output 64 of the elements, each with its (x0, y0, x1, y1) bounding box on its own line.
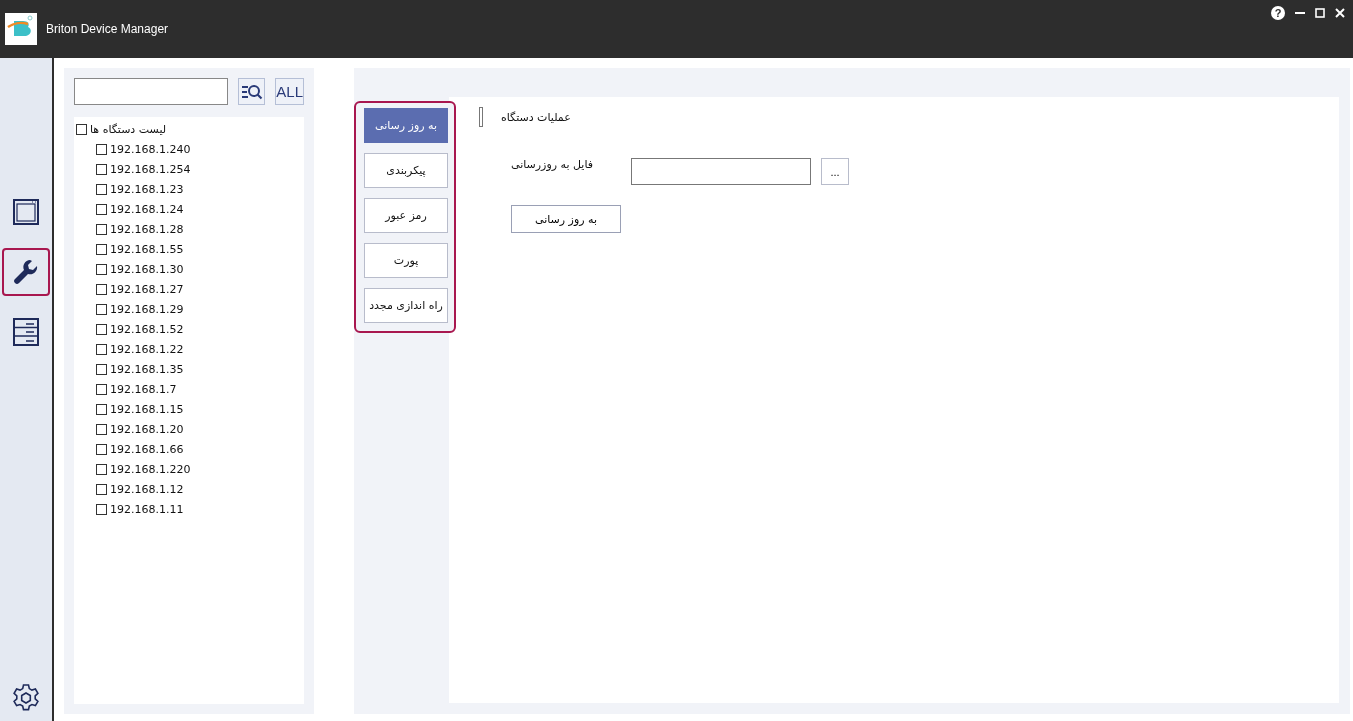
tree-item-label[interactable]: 192.168.1.35 (110, 362, 184, 376)
checkbox[interactable] (96, 163, 107, 175)
tree-item-label[interactable]: لیست دستگاه ها (90, 122, 167, 136)
settings-icon[interactable] (11, 683, 41, 713)
help-button[interactable]: ? (1271, 6, 1285, 20)
tree-item-label[interactable]: 192.168.1.29 (110, 302, 184, 316)
tree-item-label[interactable]: 192.168.1.66 (110, 442, 184, 456)
checkbox[interactable] (76, 123, 87, 135)
filter-search-button[interactable] (238, 78, 266, 105)
checkbox[interactable] (96, 383, 107, 395)
window-icon (12, 198, 40, 226)
search-field[interactable] (74, 78, 228, 105)
file-label: فایل به روزرسانی (511, 158, 594, 171)
close-icon[interactable] (1335, 8, 1345, 18)
search-list-icon (240, 82, 263, 101)
checkbox[interactable] (96, 283, 107, 295)
checkbox[interactable] (96, 403, 107, 415)
tree-item-label[interactable]: 192.168.1.55 (110, 242, 184, 256)
file-path-field[interactable] (631, 158, 811, 185)
tree-item-label[interactable]: 192.168.1.27 (110, 282, 184, 296)
menu-button[interactable]: پیکربندی (364, 153, 448, 188)
tree-item-label[interactable]: 192.168.1.52 (110, 322, 184, 336)
tree-item-label[interactable]: 192.168.1.28 (110, 222, 184, 236)
checkbox[interactable] (96, 183, 107, 195)
sidebar-nav-button[interactable] (2, 248, 50, 296)
checkbox[interactable] (96, 243, 107, 255)
wrench-icon (12, 258, 40, 286)
menu-button[interactable]: راه اندازی مجدد (364, 288, 448, 323)
tree-item-label[interactable]: 192.168.1.7 (110, 382, 177, 396)
checkbox[interactable] (96, 323, 107, 335)
tree-item-label[interactable]: 192.168.1.220 (110, 462, 191, 476)
checkbox[interactable] (96, 343, 107, 355)
tree-item-label[interactable]: 192.168.1.30 (110, 262, 184, 276)
menu-button[interactable]: پورت (364, 243, 448, 278)
checkbox[interactable] (96, 303, 107, 315)
checkbox[interactable] (96, 263, 107, 275)
checkbox[interactable] (96, 223, 107, 235)
checkbox[interactable] (96, 443, 107, 455)
checkbox[interactable] (96, 363, 107, 375)
update-button[interactable]: به روز رسانی (511, 205, 621, 233)
menu-button[interactable]: رمز عبور (364, 198, 448, 233)
checkbox[interactable] (96, 203, 107, 215)
section-marker (479, 107, 483, 127)
tree-item-label[interactable]: 192.168.1.254 (110, 162, 191, 176)
menu-button[interactable]: به روز رسانی (364, 108, 448, 143)
checkbox[interactable] (96, 423, 107, 435)
checkbox[interactable] (96, 503, 107, 515)
tree-item-label[interactable]: 192.168.1.20 (110, 422, 184, 436)
window-title: Briton Device Manager (46, 22, 169, 36)
server-list-icon (12, 318, 40, 346)
section-title: عملیات دستگاه (501, 110, 571, 124)
select-all-button[interactable]: ALL (275, 78, 304, 105)
checkbox[interactable] (96, 483, 107, 495)
tree-item-label[interactable]: 192.168.1.24 (110, 202, 184, 216)
checkbox[interactable] (96, 143, 107, 155)
tree-item-label[interactable]: 192.168.1.22 (110, 342, 184, 356)
tree-item-label[interactable]: 192.168.1.240 (110, 142, 191, 156)
checkbox[interactable] (96, 463, 107, 475)
tree-item-label[interactable]: 192.168.1.15 (110, 402, 184, 416)
tree-item-label[interactable]: 192.168.1.23 (110, 182, 184, 196)
browse-button[interactable]: ... (821, 158, 849, 185)
tree-item-label[interactable]: 192.168.1.11 (110, 502, 184, 516)
maximize-icon[interactable] (1315, 8, 1325, 18)
tree-item-label[interactable]: 192.168.1.12 (110, 482, 184, 496)
